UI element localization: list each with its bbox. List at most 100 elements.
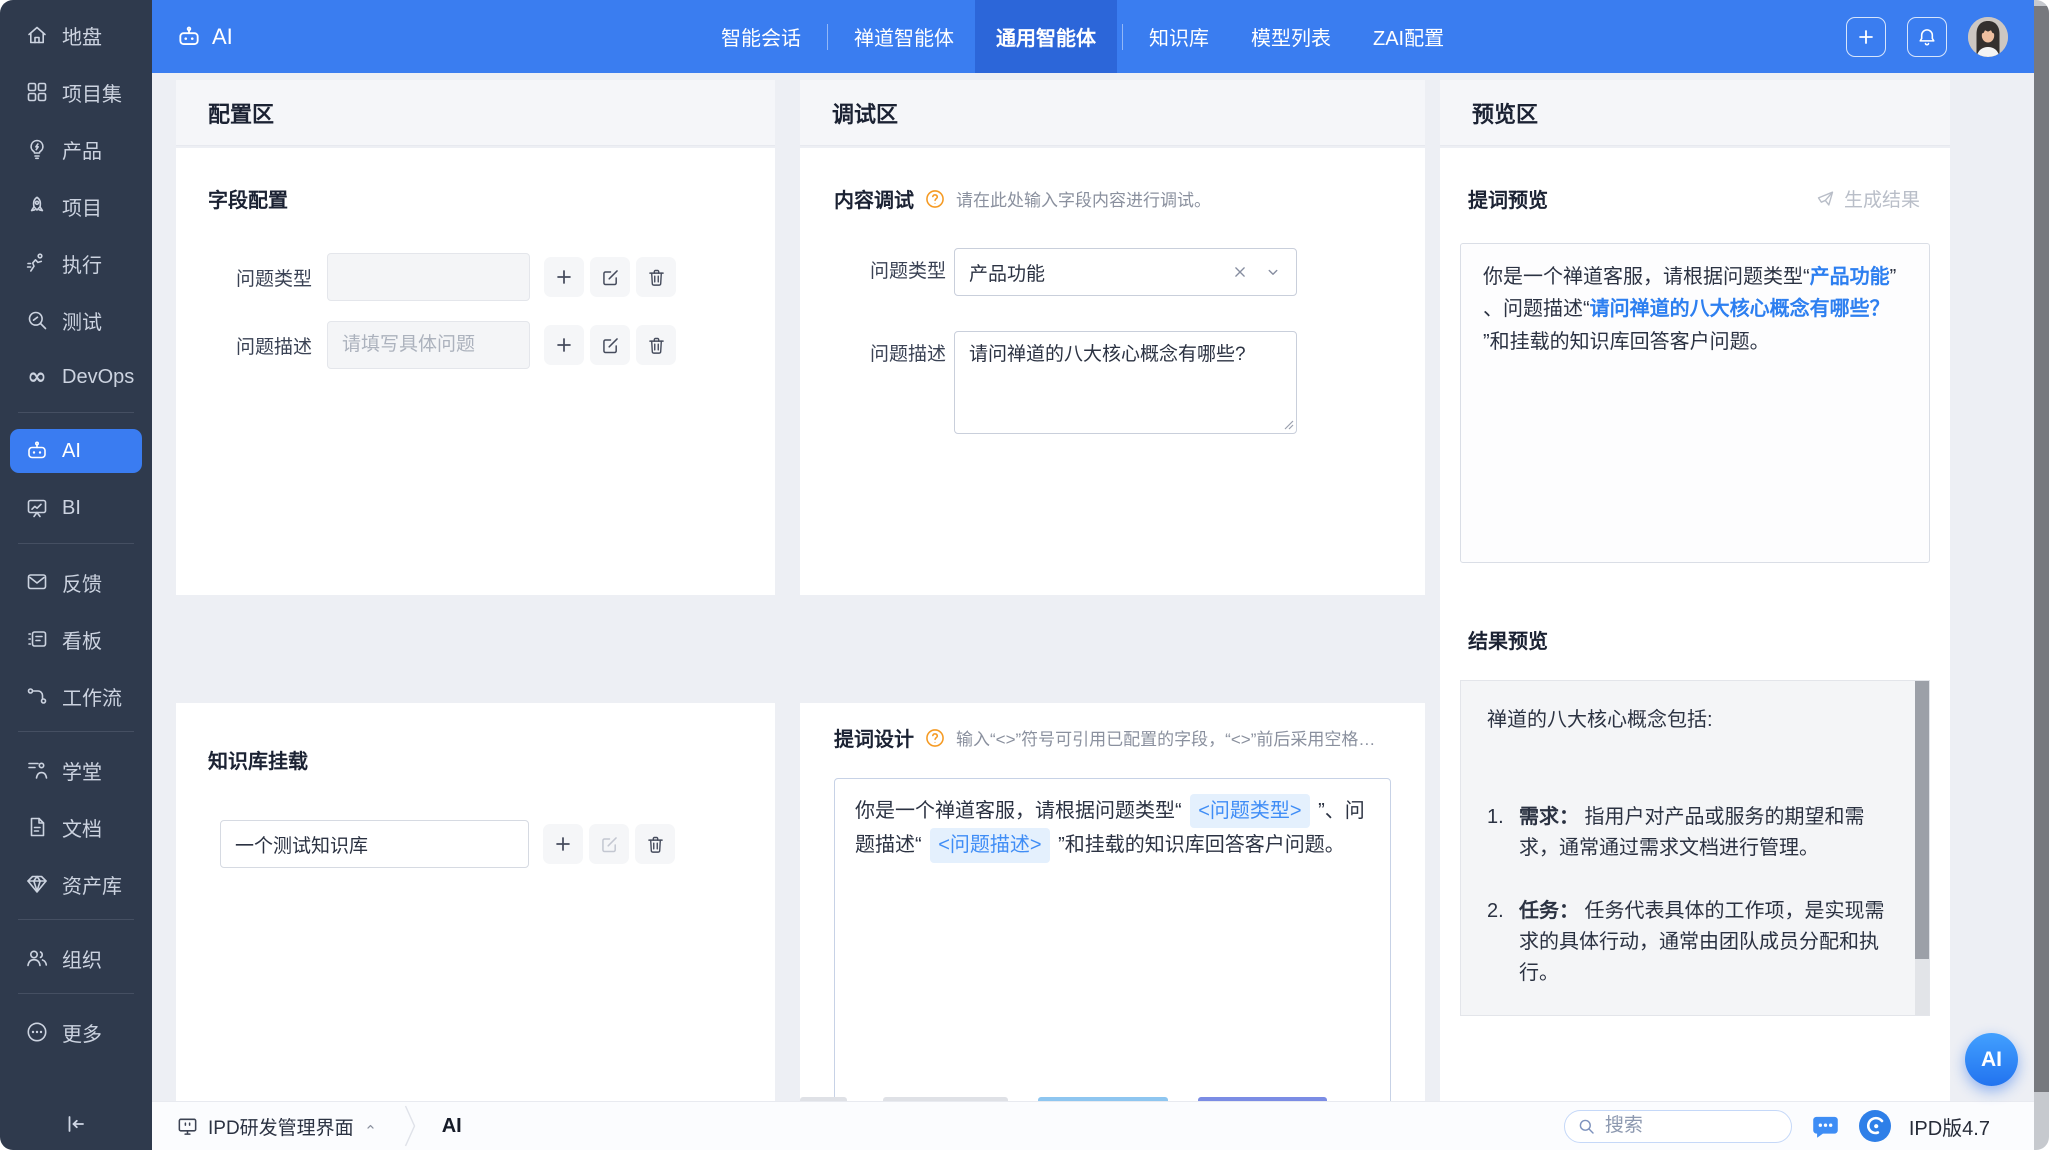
sidebar-item-资产库[interactable]: 资产库 [10,862,142,906]
field-value-input[interactable] [327,321,530,369]
edit-icon [600,335,621,356]
chevron-down-icon[interactable] [1264,263,1282,281]
sidebar-item-label: 文档 [62,813,102,842]
plus-icon [553,266,575,288]
field-token: <问题描述> [930,828,1049,862]
clear-icon[interactable] [1231,263,1249,281]
page-scrollbar[interactable] [2034,0,2049,1150]
debug-column-title: 调试区 [832,97,898,129]
send-icon [1815,188,1836,209]
sidebar-item-DevOps[interactable]: ∞ DevOps [10,355,142,399]
robot-icon [24,438,50,464]
result-item-term: 任务： [1519,900,1579,922]
collapse-sidebar-icon[interactable] [64,1112,88,1136]
tab-知识库[interactable]: 知识库 [1128,0,1230,73]
sidebar-item-产品[interactable]: 产品 [10,127,142,171]
config-column-header: 配置区 [176,80,775,146]
sidebar-footer [0,1098,152,1150]
tab-模型列表[interactable]: 模型列表 [1230,0,1352,73]
trash-field-button[interactable] [636,325,676,365]
sidebar-item-label: 看板 [62,625,102,654]
kb-mount-title: 知识库挂载 [208,745,743,774]
edit-field-button[interactable] [590,257,630,297]
page-scrollbar-thumb[interactable] [2034,6,2049,1092]
question-circle-icon [924,188,946,210]
trash-kb-button[interactable] [635,824,675,864]
app-window: 地盘项目集产品项目执行测试 ∞ DevOps AI BI 反馈看板工作流学堂文档资产库组织… [0,0,2049,1150]
sidebar-item-label: 更多 [62,1018,102,1047]
search-icon [1577,1117,1596,1136]
sidebar-item-BI[interactable]: BI [10,486,142,530]
trash-field-button[interactable] [636,257,676,297]
edit-field-button[interactable] [590,325,630,365]
debug-type-label: 问题类型 [834,248,946,296]
zentao-logo-icon[interactable] [1859,1110,1891,1142]
plus-field-button[interactable] [544,257,584,297]
kanban-icon [24,626,50,652]
sidebar-item-工作流[interactable]: 工作流 [10,674,142,718]
breadcrumb-space-label[interactable]: IPD研发管理界面 [208,1113,354,1140]
field-row: 问题类型 [208,253,743,301]
chat-bubble-icon[interactable] [1810,1111,1841,1142]
plus-icon [552,833,574,855]
tab-禅道智能体[interactable]: 禅道智能体 [833,0,975,73]
sidebar-item-反馈[interactable]: 反馈 [10,560,142,604]
search-box[interactable] [1564,1110,1792,1143]
sidebar-item-测试[interactable]: 测试 [10,298,142,342]
ai-assistant-fab[interactable]: AI [1965,1033,2018,1086]
question-type-select[interactable]: 产品功能 [954,248,1297,296]
sidebar-item-看板[interactable]: 看板 [10,617,142,661]
generate-result-button[interactable]: 生成结果 [1815,185,1920,212]
add-button[interactable] [1846,17,1886,57]
field-label: 问题描述 [208,332,312,359]
sidebar-item-地盘[interactable]: 地盘 [10,13,142,57]
sidebar-item-label: 项目 [62,192,102,221]
question-desc-textarea[interactable]: 请问禅道的八大核心概念有哪些? [954,331,1297,434]
top-navbar: AI 智能会话禅道智能体通用智能体知识库模型列表ZAI配置 [152,0,2034,73]
bottom-bar: IPD研发管理界面 AI IPD版4.7 [152,1101,2034,1150]
mail-icon [24,569,50,595]
sidebar-item-文档[interactable]: 文档 [10,805,142,849]
sidebar-item-学堂[interactable]: 学堂 [10,748,142,792]
grid-icon [24,79,50,105]
edit-kb-button[interactable] [589,824,629,864]
sidebar-divider [18,543,134,544]
breadcrumb: IPD研发管理界面 AI [176,1104,462,1148]
trash-icon [646,335,667,356]
notifications-button[interactable] [1907,17,1947,57]
preview-column-title: 预览区 [1472,97,1538,129]
caret-up-icon[interactable] [363,1119,378,1134]
search-input[interactable] [1605,1115,1755,1137]
home-icon [24,22,50,48]
plus-icon [553,334,575,356]
tab-通用智能体[interactable]: 通用智能体 [975,0,1117,73]
sidebar-divider [18,993,134,994]
result-list: 1.需求： 指用户对产品或服务的期望和需求，通常通过需求文档进行管理。2.任务：… [1487,802,1885,1016]
sidebar-item-执行[interactable]: 执行 [10,241,142,285]
field-value-input[interactable] [327,253,530,301]
result-scrollbar[interactable] [1915,681,1929,1015]
plus-field-button[interactable] [544,325,584,365]
prompt-editor[interactable]: 你是一个禅道客服，请根据问题类型“ <问题类型> ”、问题描述“ <问题描述> … [834,778,1391,1108]
tab-ZAI配置[interactable]: ZAI配置 [1352,0,1465,73]
tab-智能会话[interactable]: 智能会话 [700,0,822,73]
trash-icon [645,834,666,855]
nav-app-title: AI [212,24,233,50]
sidebar-item-组织[interactable]: 组织 [10,936,142,980]
infinity-icon: ∞ [24,364,50,390]
kb-name-input[interactable] [220,820,529,868]
result-item-term: 需求： [1519,806,1579,828]
sidebar-divider [18,412,134,413]
sidebar-item-label: 反馈 [62,568,102,597]
sidebar-item-项目集[interactable]: 项目集 [10,70,142,114]
avatar[interactable] [1968,17,2008,57]
sidebar-item-更多[interactable]: 更多 [10,1010,142,1054]
resize-handle-icon[interactable] [1284,420,1294,430]
sidebar-item-项目[interactable]: 项目 [10,184,142,228]
sidebar-item-AI[interactable]: AI [10,429,142,473]
sidebar-item-label: 工作流 [62,682,122,711]
sidebar-item-label: DevOps [62,366,134,389]
debug-column: 调试区 内容调试 请在此处输入字段内容进行调试。 问题类型 产品功能 [800,80,1425,1101]
plus-kb-button[interactable] [543,824,583,864]
sidebar-item-label: BI [62,497,81,520]
